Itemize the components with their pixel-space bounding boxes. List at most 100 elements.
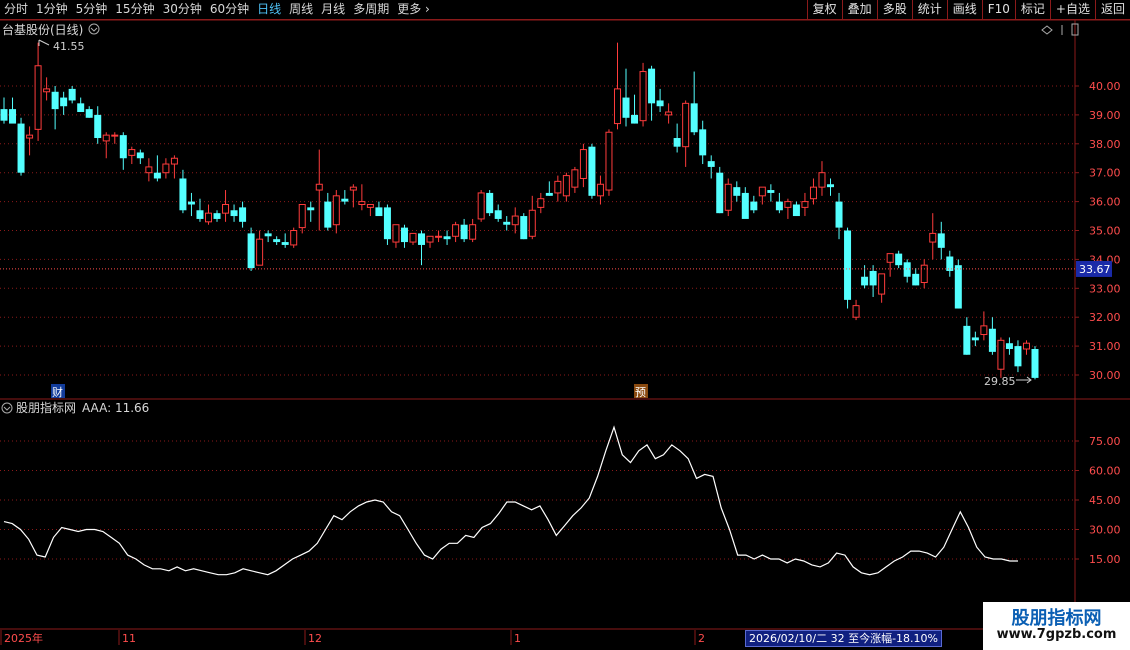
candle-body-22 (187, 201, 195, 205)
candle-body-56 (477, 192, 485, 220)
min-price-label: 29.85 (984, 375, 1016, 388)
chevron-down-icon[interactable] (90, 27, 98, 32)
candle-body-11 (94, 114, 102, 139)
candle-body-6 (51, 91, 59, 110)
candle-body-39 (332, 195, 340, 226)
candle-body-98 (835, 201, 843, 228)
candle-body-8 (68, 88, 76, 101)
indicator-tick-label: 15.00 (1089, 553, 1121, 566)
candle-body-93 (792, 204, 800, 217)
candle-body-45 (383, 207, 391, 240)
candle-body-107 (912, 273, 920, 286)
finance-flag-label: 财 (52, 385, 63, 399)
candle-body-90 (767, 190, 775, 193)
candle-body-85 (724, 183, 732, 211)
indicator-title: 股朋指标网 (16, 400, 76, 415)
candle-body-21 (179, 178, 187, 211)
candle-body-34 (290, 230, 298, 246)
candle-body-27 (230, 210, 238, 217)
title-dropdown-icon[interactable] (88, 23, 100, 35)
candle-body-29 (247, 233, 255, 269)
main-chart-title: 台基股份(日线) (2, 22, 83, 37)
candle-body-23 (196, 210, 204, 219)
candle-body-61 (520, 216, 528, 240)
candle-body-103 (878, 273, 886, 295)
candle-body-38 (324, 201, 332, 228)
candle-body-75 (639, 71, 647, 122)
candle-body-71 (605, 131, 613, 191)
candle-body-3 (26, 134, 34, 139)
stock-chart-canvas: 40.0039.0038.0037.0036.0035.0034.0033.00… (0, 19, 1130, 650)
candle-body-121 (1031, 348, 1039, 378)
candle-body-79 (673, 138, 681, 147)
candle-body-32 (273, 239, 281, 243)
candle-body-4 (34, 65, 42, 130)
candle-body-88 (750, 201, 758, 211)
candle-body-78 (665, 111, 673, 116)
chevron-down-icon[interactable] (3, 406, 11, 411)
candle-body-119 (1014, 346, 1022, 367)
candle-body-66 (562, 175, 570, 197)
indicator-tick-label: 60.00 (1089, 465, 1121, 478)
candle-body-55 (469, 224, 477, 240)
candle-body-117 (997, 339, 1005, 370)
candle-body-111 (946, 256, 954, 271)
xaxis-label: 11 (122, 632, 136, 645)
candle-body-0 (0, 109, 8, 121)
candle-body-64 (545, 192, 553, 196)
candle-body-104 (886, 253, 894, 263)
price-tick-label: 38.00 (1089, 138, 1121, 151)
indicator-dropdown-icon[interactable] (1, 402, 13, 414)
candle-body-10 (85, 109, 93, 118)
xaxis-label: 2025年 (4, 631, 43, 645)
candle-body-15 (128, 149, 136, 156)
candle-body-70 (596, 183, 604, 197)
candle-body-14 (119, 135, 127, 159)
candle-body-110 (937, 233, 945, 248)
indicator-value: AAA: 11.66 (82, 401, 149, 415)
candle-body-49 (418, 233, 426, 245)
candle-body-100 (852, 305, 860, 318)
price-tick-label: 39.00 (1089, 109, 1121, 122)
candle-body-12 (102, 134, 110, 142)
candle-body-108 (920, 264, 928, 284)
candle-body-2 (17, 123, 25, 173)
candle-body-42 (358, 201, 366, 205)
candle-body-7 (60, 97, 68, 107)
candle-body-120 (1022, 342, 1030, 350)
candle-body-82 (699, 129, 707, 156)
candle-body-86 (733, 187, 741, 196)
diamond-icon[interactable] (1041, 25, 1053, 35)
candle-body-102 (869, 270, 877, 286)
indicator-tick-label: 30.00 (1089, 524, 1121, 537)
price-tick-label: 35.00 (1089, 225, 1121, 238)
xaxis-label: 12 (308, 632, 322, 645)
candle-body-48 (409, 232, 417, 243)
candle-body-59 (503, 221, 511, 225)
candle-body-13 (111, 134, 119, 137)
forecast-flag-label: 预 (635, 386, 646, 399)
candle-body-40 (341, 198, 349, 202)
candle-body-41 (349, 186, 357, 191)
candle-body-50 (426, 235, 434, 243)
candle-body-73 (622, 97, 630, 118)
xaxis-label: 2 (698, 632, 705, 645)
candle-body-65 (554, 180, 562, 194)
price-tick-label: 40.00 (1089, 80, 1121, 93)
price-tick-label: 30.00 (1089, 369, 1121, 382)
candle-body-63 (537, 198, 545, 208)
candle-body-30 (256, 238, 264, 266)
current-price-label: 33.67 (1079, 263, 1111, 276)
candle-body-31 (264, 233, 272, 237)
candle-body-83 (707, 161, 715, 167)
watermark-url: www.7gpzb.com (996, 627, 1117, 642)
candle-body-89 (758, 186, 766, 197)
candle-body-112 (954, 265, 962, 309)
candle-body-77 (656, 100, 664, 107)
price-tick-label: 31.00 (1089, 340, 1121, 353)
candle-body-25 (213, 213, 221, 219)
candle-body-106 (903, 262, 911, 277)
candle-body-92 (784, 201, 792, 208)
candle-body-51 (435, 235, 443, 238)
candle-body-5 (43, 88, 51, 93)
